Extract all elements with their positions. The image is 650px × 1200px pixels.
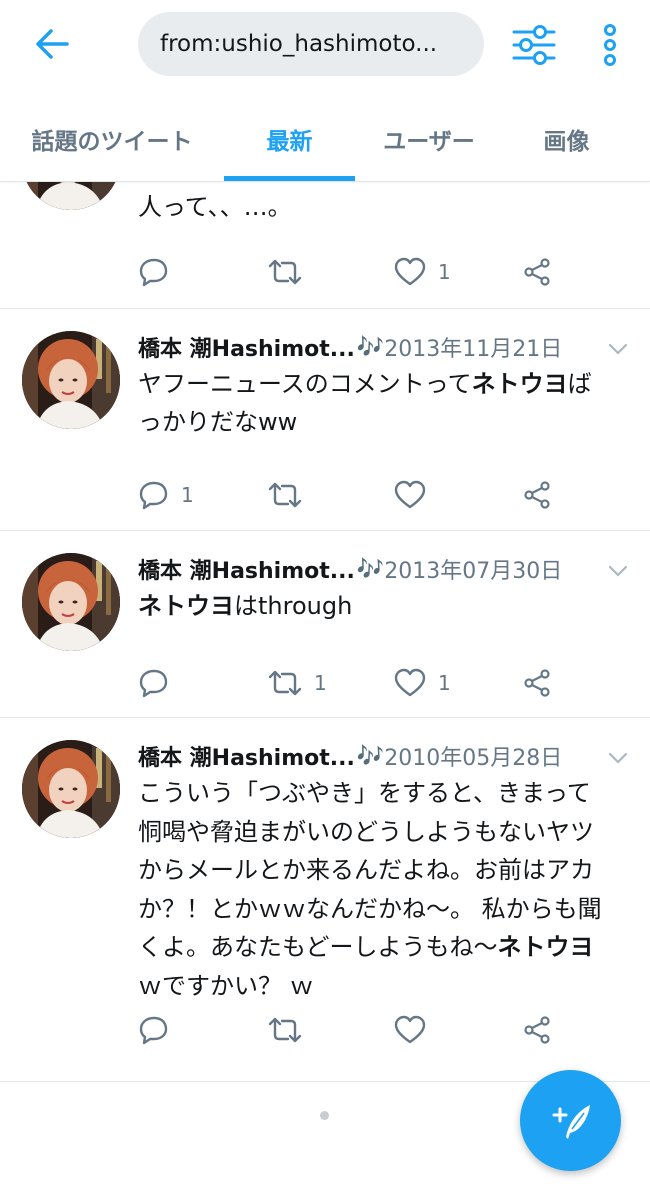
like-button[interactable]: 1 xyxy=(394,252,451,292)
like-count: 1 xyxy=(438,671,451,695)
reply-icon xyxy=(139,481,168,510)
reply-button[interactable] xyxy=(139,1010,181,1050)
tweet-header: 橋本 潮Hashimot... 🎶 2010年05月28日 xyxy=(138,740,588,772)
tab-images[interactable]: 画像 xyxy=(503,96,630,182)
share-icon xyxy=(524,1016,550,1044)
tab-label: 画像 xyxy=(543,129,590,155)
share-icon xyxy=(524,669,550,697)
tweet-text: こういう「つぶやき」をすると、きまって恫喝や脅迫まがいのどうしようもないヤツから… xyxy=(138,779,602,1000)
retweet-count: 1 xyxy=(314,671,327,695)
share-button[interactable] xyxy=(522,1010,552,1050)
like-button[interactable]: 1 xyxy=(394,663,451,703)
tweet-actions: 1 xyxy=(0,252,650,292)
music-note-icon: 🎶 xyxy=(356,743,385,769)
share-icon xyxy=(524,258,550,286)
tab-users[interactable]: ユーザー xyxy=(355,96,503,182)
tab-label: 最新 xyxy=(266,129,313,155)
chevron-down-icon[interactable] xyxy=(606,748,630,768)
retweet-icon xyxy=(268,482,302,508)
sliders-icon xyxy=(512,25,556,65)
tweet-date: 2010年05月28日 xyxy=(384,746,563,771)
tweet-item[interactable]: 橋本 潮Hashimot... 🎶 2010年05月28日 こういう「つぶやき」… xyxy=(0,718,650,1082)
more-options-button[interactable] xyxy=(592,22,628,68)
music-note-icon: 🎶 xyxy=(356,334,385,360)
tab-latest[interactable]: 最新 xyxy=(224,96,355,182)
tweet-header: 橋本 潮Hashimot... 🎶 2013年11月21日 xyxy=(138,331,588,363)
tweet-timeline: 人って、、…。 1 橋本 潮Hashimot... 🎶 2013年11月21日 … xyxy=(0,182,650,1082)
tweet-item[interactable]: 人って、、…。 1 xyxy=(0,182,650,309)
retweet-button[interactable] xyxy=(268,475,314,515)
chevron-down-icon[interactable] xyxy=(606,339,630,359)
author-name[interactable]: 橋本 潮Hashimot... xyxy=(138,553,355,585)
tweet-text: 人って、、…。 xyxy=(138,193,292,221)
tweet-date: 2013年07月30日 xyxy=(384,559,563,584)
retweet-icon xyxy=(268,670,302,696)
reply-button[interactable] xyxy=(139,252,181,292)
share-button[interactable] xyxy=(522,252,552,292)
tweet-actions: 1 1 xyxy=(0,663,650,703)
retweet-button[interactable] xyxy=(268,1010,314,1050)
music-note-icon: 🎶 xyxy=(356,556,385,582)
reply-button[interactable] xyxy=(139,663,181,703)
tab-top-tweets[interactable]: 話題のツイート xyxy=(0,96,224,182)
reply-icon xyxy=(139,258,168,287)
share-button[interactable] xyxy=(522,663,552,703)
active-tab-indicator xyxy=(224,176,355,181)
compose-tweet-button[interactable] xyxy=(520,1070,621,1171)
like-count: 1 xyxy=(438,260,451,284)
chevron-down-icon[interactable] xyxy=(606,561,630,581)
top-bar: from:ushio_hashimoto... xyxy=(0,0,650,96)
heart-icon xyxy=(394,1015,426,1044)
loading-indicator-dot xyxy=(320,1111,329,1120)
avatar[interactable] xyxy=(22,553,120,651)
search-input[interactable]: from:ushio_hashimoto... xyxy=(138,12,484,76)
tab-label: ユーザー xyxy=(383,129,475,155)
like-button[interactable] xyxy=(394,1010,438,1050)
retweet-button[interactable]: 1 xyxy=(268,663,327,703)
tab-label: 話題のツイート xyxy=(31,129,193,155)
heart-icon xyxy=(394,257,426,286)
reply-count: 1 xyxy=(181,483,194,507)
reply-button[interactable]: 1 xyxy=(139,475,194,515)
search-filter-button[interactable] xyxy=(510,22,558,68)
retweet-icon xyxy=(268,259,302,285)
highlighted-keyword: ネトウヨ xyxy=(497,933,594,961)
highlighted-keyword: ネトウヨ xyxy=(138,592,234,620)
compose-tweet-icon xyxy=(552,1104,590,1139)
share-icon xyxy=(524,481,550,509)
retweet-button[interactable] xyxy=(268,252,314,292)
retweet-icon xyxy=(268,1017,302,1043)
like-button[interactable] xyxy=(394,475,438,515)
heart-icon xyxy=(394,480,426,509)
heart-icon xyxy=(394,668,426,697)
share-button[interactable] xyxy=(522,475,552,515)
reply-icon xyxy=(139,669,168,698)
search-query-text: from:ushio_hashimoto... xyxy=(160,31,438,57)
author-name[interactable]: 橋本 潮Hashimot... xyxy=(138,740,355,772)
avatar[interactable] xyxy=(22,182,120,210)
tweet-date: 2013年11月21日 xyxy=(384,337,563,362)
tweet-item[interactable]: 橋本 潮Hashimot... 🎶 2013年11月21日 ヤフーニュースのコメ… xyxy=(0,309,650,531)
avatar[interactable] xyxy=(22,331,120,429)
tweet-header: 橋本 潮Hashimot... 🎶 2013年07月30日 xyxy=(138,553,588,585)
search-tabs: 話題のツイート 最新 ユーザー 画像 xyxy=(0,96,650,182)
avatar[interactable] xyxy=(22,740,120,838)
tweet-text: ネトウヨはthrough xyxy=(138,592,353,620)
more-vertical-icon xyxy=(604,24,616,66)
back-button[interactable] xyxy=(28,24,76,64)
author-name[interactable]: 橋本 潮Hashimot... xyxy=(138,331,355,363)
tweet-item[interactable]: 橋本 潮Hashimot... 🎶 2013年07月30日 ネトウヨはthrou… xyxy=(0,531,650,718)
tweet-text: ヤフーニュースのコメントってネトウヨばっかりだなww xyxy=(138,370,592,436)
arrow-left-icon xyxy=(36,29,69,59)
tweet-actions: 1 xyxy=(0,475,650,515)
highlighted-keyword: ネトウヨ xyxy=(471,370,568,398)
tweet-actions xyxy=(0,1010,650,1050)
reply-icon xyxy=(139,1016,168,1045)
